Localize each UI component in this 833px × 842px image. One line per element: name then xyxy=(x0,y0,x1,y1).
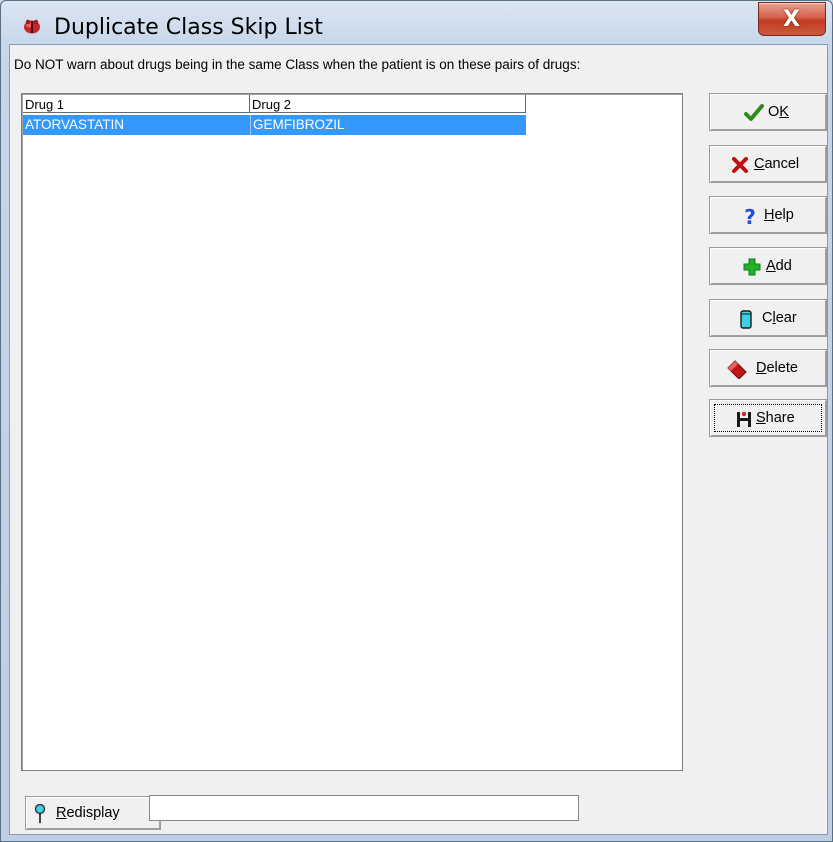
svg-text:?: ? xyxy=(744,206,756,226)
add-label-accel: A xyxy=(766,258,776,274)
ok-button[interactable]: OK xyxy=(709,93,827,131)
share-label-accel: S xyxy=(756,410,766,426)
title-bar[interactable]: Duplicate Class Skip List X xyxy=(1,1,832,43)
pin-icon xyxy=(34,804,46,823)
app-icon xyxy=(24,19,40,34)
instruction-text: Do NOT warn about drugs being in the sam… xyxy=(14,57,581,72)
red-x-icon xyxy=(732,157,748,173)
table-header: Drug 1 Drug 2 xyxy=(23,95,526,115)
delete-label-post: elete xyxy=(766,360,798,376)
help-label-post: elp xyxy=(774,207,794,223)
delete-button[interactable]: Delete xyxy=(709,349,827,387)
cell-drug2: GEMFIBROZIL xyxy=(250,115,526,135)
green-plus-icon xyxy=(743,258,761,276)
add-label-post: dd xyxy=(775,258,792,274)
dialog-window: Duplicate Class Skip List X Do NOT warn … xyxy=(0,0,833,842)
table-row[interactable]: ATORVASTATIN GEMFIBROZIL xyxy=(23,115,526,135)
cylinder-icon xyxy=(740,310,752,329)
delete-label-accel: D xyxy=(756,360,767,376)
share-button[interactable]: Share xyxy=(709,399,827,437)
window-title: Duplicate Class Skip List xyxy=(54,15,323,40)
redisplay-label-accel: R xyxy=(56,805,67,821)
close-button[interactable]: X xyxy=(758,2,826,36)
share-label-post: hare xyxy=(765,410,795,426)
cancel-button[interactable]: Cancel xyxy=(709,145,827,183)
redisplay-button[interactable]: Redisplay xyxy=(25,796,161,830)
eraser-icon xyxy=(727,360,747,379)
check-icon xyxy=(744,104,764,121)
clear-label-pre: C xyxy=(762,310,773,326)
cancel-label-post: ancel xyxy=(764,156,800,172)
ok-label-pre: O xyxy=(768,104,780,120)
close-icon: X xyxy=(783,7,800,32)
cell-drug1: ATORVASTATIN xyxy=(25,117,125,132)
column-header-drug1[interactable]: Drug 1 xyxy=(23,95,250,113)
skip-list-table[interactable]: Drug 1 Drug 2 ATORVASTATIN GEMFIBROZIL xyxy=(21,93,683,771)
cancel-label-accel: C xyxy=(754,156,765,172)
question-icon: ? xyxy=(744,206,756,226)
help-button[interactable]: ? Help xyxy=(709,196,827,234)
clear-button[interactable]: Clear xyxy=(709,299,827,337)
share-icon xyxy=(737,411,751,427)
bottom-toolbar: Redisplay xyxy=(21,791,681,830)
clear-label-post: ear xyxy=(775,310,797,326)
redisplay-label-post: edisplay xyxy=(66,805,120,821)
add-button[interactable]: Add xyxy=(709,247,827,285)
help-label-accel: H xyxy=(764,207,775,223)
filter-input[interactable] xyxy=(149,795,579,821)
column-header-drug2[interactable]: Drug 2 xyxy=(250,95,526,113)
ok-label-accel: K xyxy=(779,104,789,120)
